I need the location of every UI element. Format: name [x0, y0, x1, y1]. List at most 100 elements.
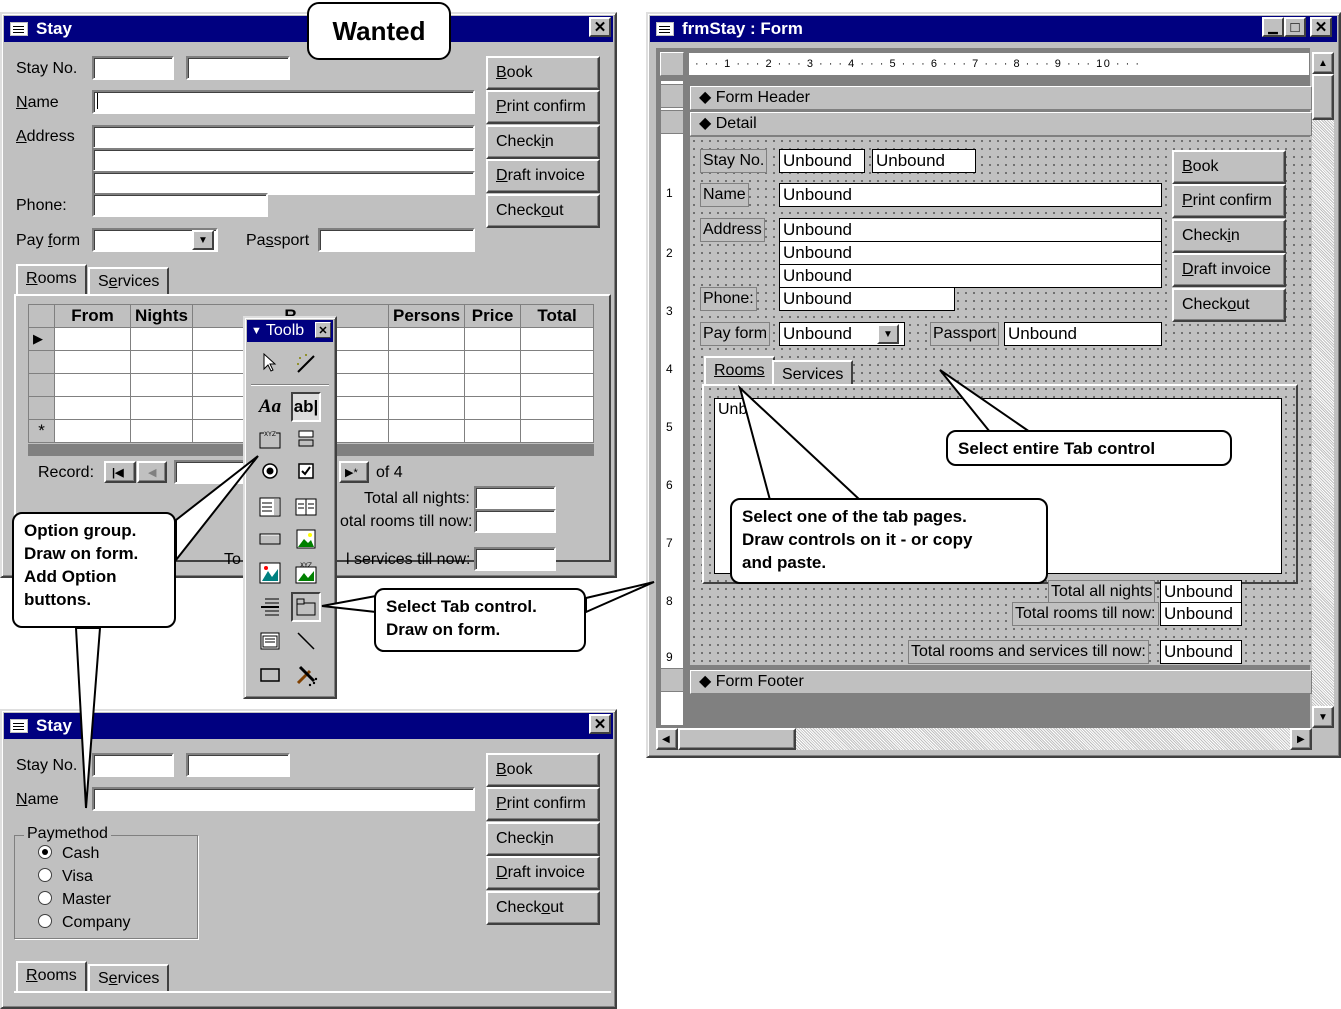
close-button[interactable]: ✕ — [315, 322, 331, 338]
design-name-box[interactable]: Unbound — [779, 183, 1162, 207]
checkbox-icon[interactable] — [291, 456, 321, 486]
previous-record-button[interactable]: ◀ — [137, 461, 167, 483]
record-number-field[interactable] — [174, 460, 254, 484]
page-break-icon[interactable] — [255, 592, 285, 622]
form-footer-bar[interactable]: ◆ Form Footer — [690, 670, 1312, 694]
design-total-rooms-box[interactable]: Unbound — [1160, 602, 1242, 626]
option-master[interactable]: Master — [38, 891, 111, 909]
wizard-icon[interactable] — [291, 348, 321, 378]
chevron-down-icon[interactable]: ▼ — [877, 324, 899, 344]
tab-rooms[interactable]: Rooms — [16, 264, 87, 296]
design-passport-box[interactable]: Unbound — [1004, 322, 1162, 346]
stay-form-titlebar[interactable]: Stay — [4, 713, 613, 739]
scroll-up-button[interactable]: ▲ — [1312, 52, 1334, 74]
radio-icon[interactable] — [38, 891, 52, 905]
design-stay-no-label[interactable]: Stay No. — [700, 149, 768, 173]
minimize-button[interactable]: ▁ — [1262, 17, 1284, 37]
design-total-rooms-label[interactable]: Total rooms till now: — [1012, 602, 1159, 626]
option-cash[interactable]: Cash — [38, 845, 99, 863]
stay-no-field-2[interactable] — [186, 753, 290, 777]
option-company[interactable]: Company — [38, 914, 130, 932]
combo-box-icon[interactable] — [255, 492, 285, 522]
design-tab-rooms[interactable]: Rooms — [704, 356, 775, 386]
design-name-label[interactable]: Name — [700, 183, 749, 207]
design-passport-label[interactable]: Passport — [930, 322, 1000, 346]
design-stay-no-box[interactable]: Unbound — [779, 149, 865, 173]
phone-field[interactable] — [92, 193, 268, 217]
book-button[interactable]: Book — [1172, 150, 1286, 184]
address-line-3[interactable] — [92, 171, 475, 195]
scroll-hthumb[interactable] — [678, 728, 796, 750]
check-out-button[interactable]: Check o ut — [486, 891, 600, 925]
label-icon[interactable]: Aa — [255, 392, 285, 422]
stay-no-field-2[interactable] — [186, 56, 290, 80]
radio-icon[interactable] — [38, 914, 52, 928]
option-button-icon[interactable] — [255, 456, 285, 486]
radio-selected-icon[interactable] — [38, 845, 52, 859]
passport-field[interactable] — [318, 228, 475, 252]
design-address-label[interactable]: Address — [700, 218, 765, 242]
option-group-icon[interactable]: XYZ — [255, 424, 285, 454]
first-record-button[interactable]: |◀ — [104, 461, 136, 483]
design-total-services-label[interactable]: Total rooms and services till now: — [908, 640, 1149, 664]
design-address-box-3[interactable]: Unbound — [779, 264, 1162, 288]
total-all-nights-field[interactable] — [474, 486, 556, 510]
close-button[interactable]: ✕ — [589, 714, 611, 734]
print-confirm-button[interactable]: Print confirm — [1172, 184, 1286, 218]
design-tab-services[interactable]: Services — [772, 360, 854, 386]
close-button[interactable]: ✕ — [1310, 17, 1332, 37]
draft-invoice-button[interactable]: Draft invoice — [486, 856, 600, 890]
image-icon[interactable] — [291, 524, 321, 554]
bound-object-icon[interactable]: XYZ — [291, 558, 321, 588]
print-confirm-button[interactable]: Print confirm — [486, 787, 600, 821]
radio-icon[interactable] — [38, 868, 52, 882]
scroll-right-button[interactable]: ▶ — [1290, 728, 1312, 750]
check-out-button[interactable]: Check o ut — [486, 194, 600, 228]
list-box-icon[interactable] — [291, 492, 321, 522]
textbox-icon[interactable]: ab| — [291, 392, 321, 422]
name-field[interactable] — [92, 90, 475, 114]
design-total-services-box[interactable]: Unbound — [1160, 640, 1242, 664]
toolbox-menu-icon[interactable]: ▼ — [251, 325, 262, 337]
design-phone-box[interactable]: Unbound — [779, 287, 955, 311]
design-phone-label[interactable]: Phone: — [700, 287, 757, 311]
command-button-icon[interactable] — [255, 524, 285, 554]
design-total-nights-box[interactable]: Unbound — [1160, 580, 1242, 604]
design-total-nights-label[interactable]: Total all nights — [1048, 580, 1156, 604]
option-visa[interactable]: Visa — [38, 868, 93, 886]
stay-no-field[interactable] — [92, 753, 174, 777]
name-field[interactable] — [92, 787, 475, 811]
tab-rooms[interactable]: Rooms — [16, 961, 87, 993]
draft-invoice-button[interactable]: Draft invoice — [486, 159, 600, 193]
check-in-button[interactable]: Check in — [486, 822, 600, 856]
close-button[interactable]: ✕ — [589, 17, 611, 37]
print-confirm-button[interactable]: Print confirm — [486, 90, 600, 124]
check-in-button[interactable]: Check in — [1172, 219, 1286, 253]
form-header-bar[interactable]: ◆ Form Header — [690, 86, 1312, 110]
design-stay-no-box-2[interactable]: Unbound — [872, 149, 976, 173]
total-rooms-field[interactable] — [474, 509, 556, 533]
tab-services[interactable]: Services — [88, 267, 170, 295]
address-line-2[interactable] — [92, 148, 475, 172]
design-titlebar[interactable]: frmStay : Form — [650, 16, 1337, 42]
vertical-scrollbar[interactable] — [1312, 52, 1334, 728]
design-address-box-1[interactable]: Unbound — [779, 218, 1162, 242]
subform-icon[interactable] — [255, 626, 285, 656]
more-controls-icon[interactable] — [291, 660, 321, 690]
tab-services[interactable]: Services — [88, 964, 170, 992]
address-line-1[interactable] — [92, 125, 475, 149]
chevron-down-icon[interactable]: ▼ — [192, 230, 214, 250]
draft-invoice-button[interactable]: Draft invoice — [1172, 253, 1286, 287]
scroll-thumb[interactable] — [1312, 74, 1334, 120]
tab-control-icon[interactable] — [291, 592, 321, 622]
toggle-button-icon[interactable] — [291, 424, 321, 454]
stay-no-field[interactable] — [92, 56, 174, 80]
rectangle-icon[interactable] — [255, 660, 285, 690]
scroll-down-button[interactable]: ▼ — [1312, 706, 1334, 728]
line-icon[interactable] — [291, 626, 321, 656]
book-button[interactable]: Book — [486, 56, 600, 90]
pointer-icon[interactable] — [255, 348, 285, 378]
maximize-button[interactable]: □ — [1284, 17, 1306, 37]
design-payform-label[interactable]: Pay form — [700, 322, 771, 346]
current-record-icon[interactable]: ▶ — [28, 327, 55, 351]
